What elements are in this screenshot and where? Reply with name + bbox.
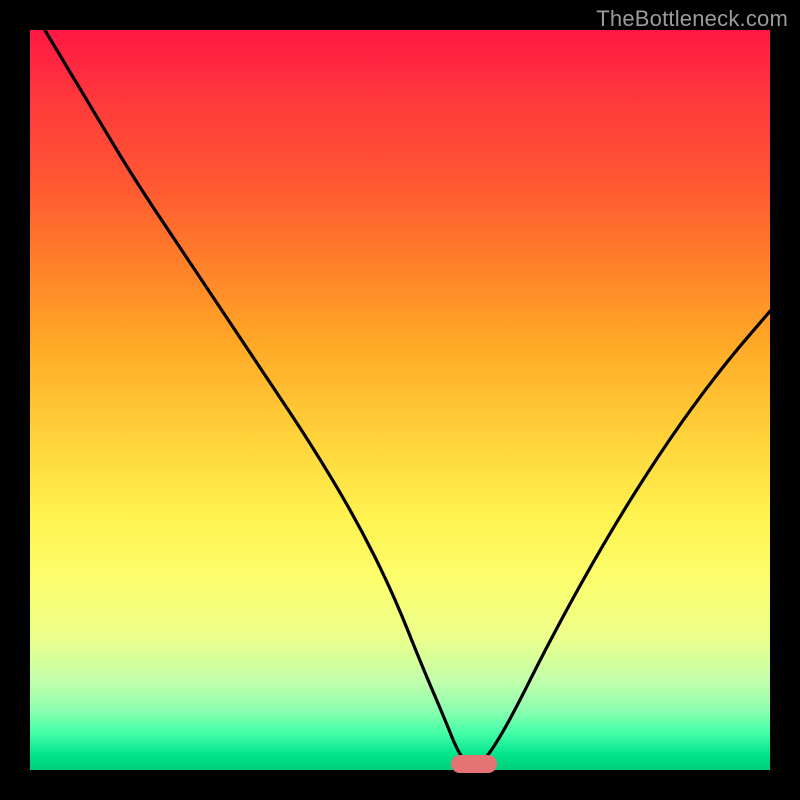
minimum-marker (451, 755, 497, 773)
chart-frame: TheBottleneck.com (0, 0, 800, 800)
watermark-text: TheBottleneck.com (596, 6, 788, 32)
plot-area (30, 30, 770, 770)
bottleneck-curve (30, 30, 770, 770)
